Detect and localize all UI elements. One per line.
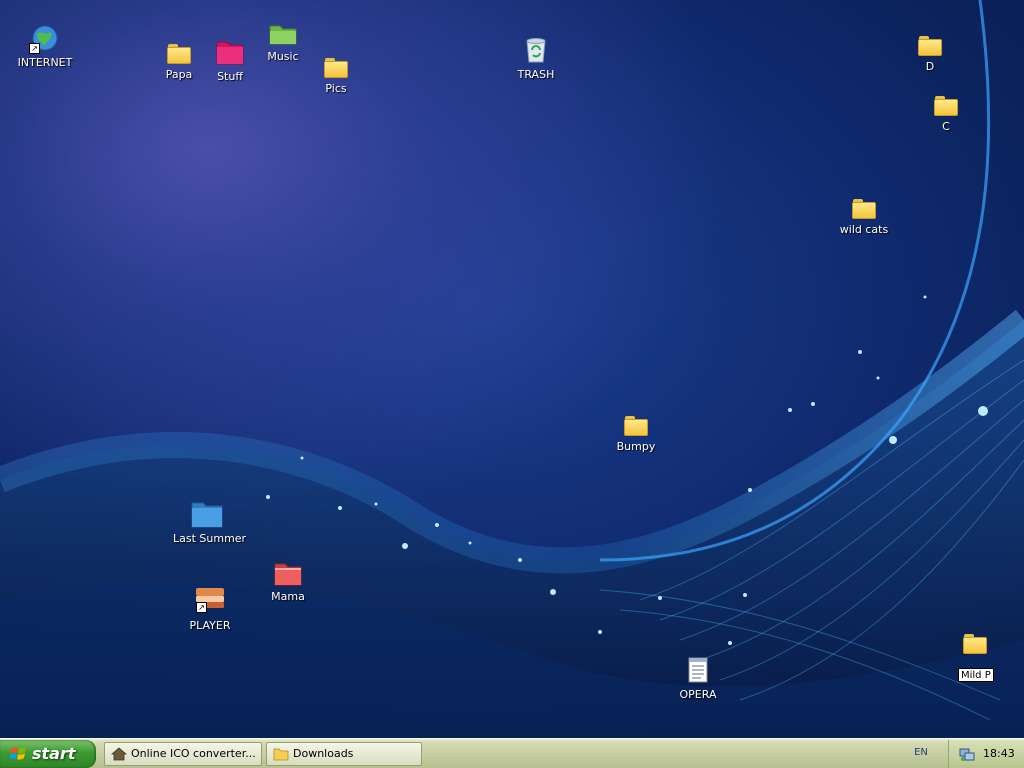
desktop-icon-wild-cats[interactable]: wild cats bbox=[829, 199, 899, 236]
system-tray: 18:43 bbox=[948, 740, 1024, 768]
desktop-icon-mama[interactable]: Mama bbox=[253, 562, 323, 603]
desktop-icon-internet[interactable]: ↗ INTERNET bbox=[10, 24, 80, 69]
desktop-icon-label: C bbox=[942, 120, 950, 133]
start-button[interactable]: start bbox=[0, 740, 96, 768]
folder-icon bbox=[273, 747, 289, 761]
desktop-icon-d[interactable]: D bbox=[895, 36, 965, 73]
taskbar-button-downloads[interactable]: Downloads bbox=[266, 742, 422, 766]
desktop-icon-label: Papa bbox=[165, 68, 193, 81]
desktop-icon-label: OPERA bbox=[679, 688, 717, 701]
desktop-icon-label: Stuff bbox=[217, 70, 243, 83]
folder-icon bbox=[274, 562, 302, 586]
shortcut-arrow-icon: ↗ bbox=[196, 602, 207, 613]
folder-icon bbox=[167, 44, 191, 64]
desktop-icon-label: wild cats bbox=[839, 223, 889, 236]
desktop-icon-player[interactable]: ↗ PLAYER bbox=[175, 585, 245, 632]
desktop[interactable]: ↗ INTERNET Papa Stuff Music Pics TRASH D bbox=[0, 0, 1024, 738]
desktop-icon-renaming-folder[interactable] bbox=[940, 634, 1010, 654]
folder-icon bbox=[268, 24, 298, 46]
desktop-icon-last-summer[interactable]: Last Summer bbox=[171, 500, 246, 545]
desktop-icon-label: PLAYER bbox=[189, 619, 231, 632]
desktop-icon-c[interactable]: C bbox=[911, 96, 981, 133]
taskbar-button-label: Online ICO converter... bbox=[131, 747, 256, 760]
taskbar-button-ico-converter[interactable]: Online ICO converter... bbox=[104, 742, 262, 766]
shortcut-arrow-icon: ↗ bbox=[29, 43, 40, 54]
folder-icon bbox=[324, 58, 348, 78]
desktop-icon-label: Pics bbox=[325, 82, 347, 95]
start-label: start bbox=[32, 744, 76, 763]
recycle-bin-icon bbox=[523, 36, 549, 64]
browser-window-icon bbox=[110, 747, 128, 761]
taskbar-button-label: Downloads bbox=[293, 747, 354, 760]
windows-flag-icon bbox=[9, 746, 28, 762]
media-player-icon: ↗ bbox=[194, 585, 226, 615]
desktop-icon-label: Mama bbox=[271, 590, 305, 603]
folder-icon bbox=[918, 36, 942, 56]
folder-icon bbox=[215, 38, 245, 66]
folder-icon bbox=[191, 500, 223, 528]
internet-globe-icon: ↗ bbox=[29, 24, 59, 54]
network-connection-icon[interactable] bbox=[959, 746, 975, 762]
desktop-icon-label: Bumpy bbox=[616, 440, 656, 453]
desktop-icon-trash[interactable]: TRASH bbox=[501, 36, 571, 81]
taskbar: start Online ICO converter... Downloads … bbox=[0, 738, 1024, 768]
folder-icon bbox=[624, 416, 648, 436]
folder-icon bbox=[963, 634, 987, 654]
rename-input[interactable] bbox=[958, 668, 994, 682]
notepad-document-icon bbox=[687, 656, 709, 684]
folder-icon bbox=[934, 96, 958, 116]
wallpaper bbox=[0, 0, 1024, 738]
desktop-icon-bumpy[interactable]: Bumpy bbox=[601, 416, 671, 453]
folder-icon bbox=[852, 199, 876, 219]
desktop-icon-label: Music bbox=[267, 50, 299, 63]
desktop-icon-label: Last Summer bbox=[173, 532, 247, 545]
desktop-icon-label: TRASH bbox=[517, 68, 555, 81]
desktop-icon-pics[interactable]: Pics bbox=[301, 58, 371, 95]
clock[interactable]: 18:43 bbox=[983, 747, 1015, 760]
desktop-icon-label: INTERNET bbox=[17, 56, 73, 69]
language-indicator[interactable]: EN bbox=[910, 744, 932, 762]
desktop-icon-label: D bbox=[925, 60, 935, 73]
desktop-icon-opera[interactable]: OPERA bbox=[663, 656, 733, 701]
